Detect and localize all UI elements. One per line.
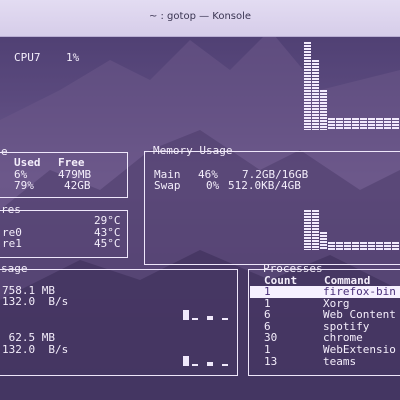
- cpu-graph-bar: [368, 118, 375, 130]
- network-sparkline-bar: [183, 310, 189, 320]
- cpu-label: CPU7: [14, 51, 41, 64]
- network-sparkline-bar: [183, 356, 189, 366]
- network-panel-title: sage: [1, 262, 28, 275]
- cpu-graph-bar: [320, 90, 327, 130]
- memory-graph-bar: [344, 242, 351, 250]
- memory-graph-bar: [328, 242, 335, 250]
- network-rx-rate: 132.0 B/s: [2, 295, 69, 308]
- memory-graph-bar: [384, 242, 391, 250]
- window-title: ~ : gotop — Konsole: [148, 11, 252, 22]
- network-sparkline-bar: [222, 364, 228, 366]
- cpu-graph-bar: [328, 118, 335, 130]
- memory-graph-bar: [352, 242, 359, 250]
- cpu-graph-bar: [392, 118, 399, 130]
- memory-swap-amount: 512.0KB/4GB: [228, 179, 301, 192]
- memory-swap-name: Swap: [154, 179, 181, 192]
- cpu-graph-bar: [376, 118, 383, 130]
- memory-panel-title: Memory Usage: [153, 144, 233, 157]
- disk-row-used: 79%: [14, 179, 34, 192]
- cpu-graph-bar: [384, 118, 391, 130]
- memory-graph-bar: [392, 242, 399, 250]
- temp-name: re1: [2, 237, 22, 250]
- network-sparkline-bar: [222, 318, 228, 320]
- memory-swap-pct: 0%: [206, 179, 220, 192]
- memory-graph-bar: [336, 242, 343, 250]
- temps-panel-title: res: [1, 203, 21, 216]
- memory-graph-bar: [368, 242, 375, 250]
- memory-graph-bar: [312, 210, 319, 250]
- cpu-graph-bar: [336, 118, 343, 130]
- network-sparkline-bar: [192, 364, 198, 366]
- memory-graph-bar: [360, 242, 367, 250]
- temp-value: 45°C: [94, 237, 121, 250]
- cpu-graph-bar: [312, 60, 319, 130]
- cpu-value: 1%: [66, 51, 80, 64]
- memory-graph-bar: [320, 232, 327, 250]
- memory-graph-bar: [376, 242, 383, 250]
- cpu-graph-bar: [344, 118, 351, 130]
- memory-graph-bar: [304, 210, 311, 250]
- process-command: teams: [323, 355, 357, 368]
- network-sparkline-bar: [192, 318, 198, 320]
- network-sparkline-bar: [207, 316, 213, 320]
- network-tx-rate: 132.0 B/s: [2, 343, 69, 356]
- cpu-graph-bar: [304, 42, 311, 130]
- disk-panel-title: e: [1, 145, 8, 158]
- process-row[interactable]: 13 teams: [250, 356, 400, 368]
- disk-row-free: 42GB: [64, 179, 91, 192]
- network-sparkline-bar: [207, 362, 213, 366]
- process-count: 13: [264, 355, 278, 368]
- cpu-graph-bar: [352, 118, 359, 130]
- window-titlebar[interactable]: ~ : gotop — Konsole: [0, 0, 400, 36]
- cpu-graph-bar: [360, 118, 367, 130]
